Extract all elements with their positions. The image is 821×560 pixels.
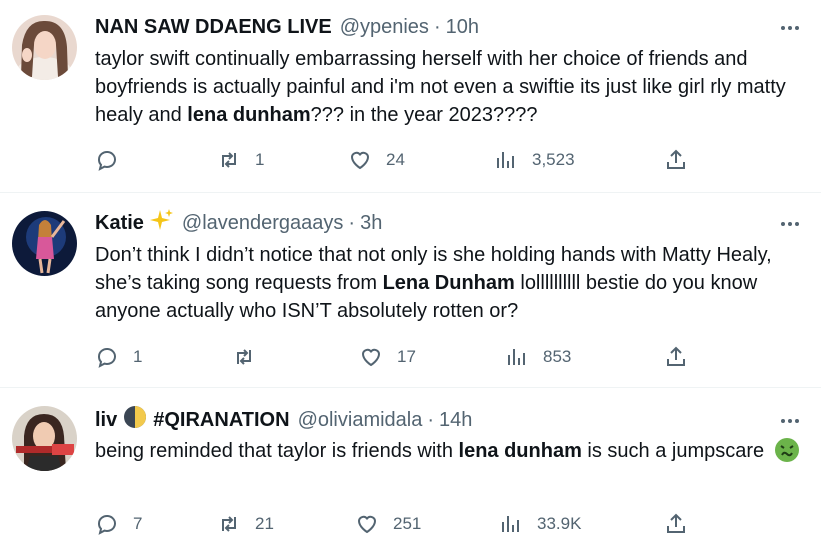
views-icon: [497, 152, 514, 168]
views-count: 853: [543, 347, 572, 366]
reply-count: 7: [133, 514, 143, 533]
separator-dot: ·: [427, 408, 435, 431]
tweet-text: Don’t think I didn’t notice that not onl…: [95, 241, 807, 325]
heart-icon: [361, 348, 381, 367]
action-bar: 1 24 3,523: [95, 148, 715, 172]
views-count: 33.9K: [537, 514, 582, 533]
views-count: 3,523: [532, 150, 575, 169]
user-handle[interactable]: @ypenies: [340, 16, 429, 39]
share-button[interactable]: [664, 512, 688, 536]
more-options-icon[interactable]: [778, 409, 802, 433]
avatar-ypenies[interactable]: [12, 15, 77, 80]
display-name[interactable]: Katie: [95, 212, 144, 235]
tweet-text-part: ??? in the year 2023????: [310, 104, 538, 126]
separator-dot: ·: [348, 211, 356, 234]
sparkles-icon: [149, 208, 174, 238]
heart-icon: [350, 151, 370, 170]
action-bar: 1 17 853: [95, 345, 715, 369]
more-options-icon[interactable]: [778, 212, 802, 236]
like-count: 17: [397, 347, 416, 366]
reply-button[interactable]: [95, 148, 133, 172]
user-handle[interactable]: @lavendergaaays: [182, 212, 344, 235]
views-button[interactable]: 33.9K: [499, 512, 581, 536]
tweet-text: being reminded that taylor is friends wi…: [95, 437, 807, 471]
views-icon: [502, 516, 519, 532]
reply-count: 1: [133, 347, 143, 366]
retweet-count: 21: [255, 514, 274, 533]
tweet-text: taylor swift continually embarrassing he…: [95, 45, 807, 129]
share-button[interactable]: [664, 345, 688, 369]
display-name[interactable]: liv: [95, 409, 117, 432]
tweet-text-part: is such a jumpscare: [581, 440, 770, 462]
avatar-lavendergaaays[interactable]: [12, 211, 77, 276]
tweet-header: Katie @lavendergaaays · 3h: [95, 209, 382, 237]
views-button[interactable]: 3,523: [494, 148, 575, 172]
retweet-icon: [222, 516, 236, 532]
user-handle[interactable]: @oliviamidala: [298, 409, 423, 432]
tweet-header: liv #QIRANATION @oliviamidala · 14h: [95, 406, 472, 434]
tweet-text-part: being reminded that taylor is friends wi…: [95, 440, 459, 462]
tweet-text-bold: lena dunham: [458, 440, 582, 462]
half-moon-icon: [123, 405, 147, 435]
timestamp[interactable]: 14h: [439, 409, 472, 432]
heart-icon: [357, 515, 377, 534]
share-icon: [667, 149, 685, 169]
views-button[interactable]: 853: [505, 345, 571, 369]
reply-button[interactable]: 7: [95, 512, 142, 536]
retweet-icon: [237, 349, 251, 365]
action-bar: 7 21 251 33.9K: [95, 512, 715, 536]
nauseated-face-icon: [774, 437, 800, 471]
like-button[interactable]: 251: [355, 512, 421, 536]
retweet-count: 1: [255, 150, 265, 169]
retweet-button[interactable]: 21: [217, 512, 274, 536]
separator-dot: ·: [433, 15, 441, 38]
reply-icon: [97, 515, 116, 535]
share-button[interactable]: [664, 148, 688, 172]
tweet-header: NAN SAW DDAENG LIVE @ypenies · 10h: [95, 13, 479, 41]
display-name[interactable]: NAN SAW DDAENG LIVE: [95, 16, 332, 39]
more-options-icon[interactable]: [778, 16, 802, 40]
timestamp[interactable]: 10h: [446, 16, 479, 39]
views-icon: [508, 349, 525, 365]
timestamp[interactable]: 3h: [360, 212, 382, 235]
retweet-icon: [222, 152, 236, 168]
like-button[interactable]: 24: [348, 148, 405, 172]
reply-icon: [97, 151, 116, 171]
tweet-text-bold: lena dunham: [187, 104, 311, 126]
display-name-suffix[interactable]: #QIRANATION: [153, 409, 289, 432]
retweet-button[interactable]: [232, 345, 270, 369]
like-count: 24: [386, 150, 405, 169]
tweet-text-bold: Lena Dunham: [382, 272, 515, 294]
tweet-3[interactable]: liv #QIRANATION @oliviamidala · 14h bein…: [0, 388, 821, 560]
like-count: 251: [393, 514, 422, 533]
retweet-button[interactable]: 1: [217, 148, 264, 172]
share-icon: [667, 346, 685, 366]
like-button[interactable]: 17: [359, 345, 416, 369]
tweet-2[interactable]: Katie @lavendergaaays · 3h Don’t think I…: [0, 193, 821, 387]
share-icon: [667, 513, 685, 533]
reply-button[interactable]: 1: [95, 345, 142, 369]
avatar-oliviamidala[interactable]: [12, 406, 77, 471]
reply-icon: [97, 348, 116, 368]
tweet-1[interactable]: NAN SAW DDAENG LIVE @ypenies · 10h taylo…: [0, 0, 821, 192]
